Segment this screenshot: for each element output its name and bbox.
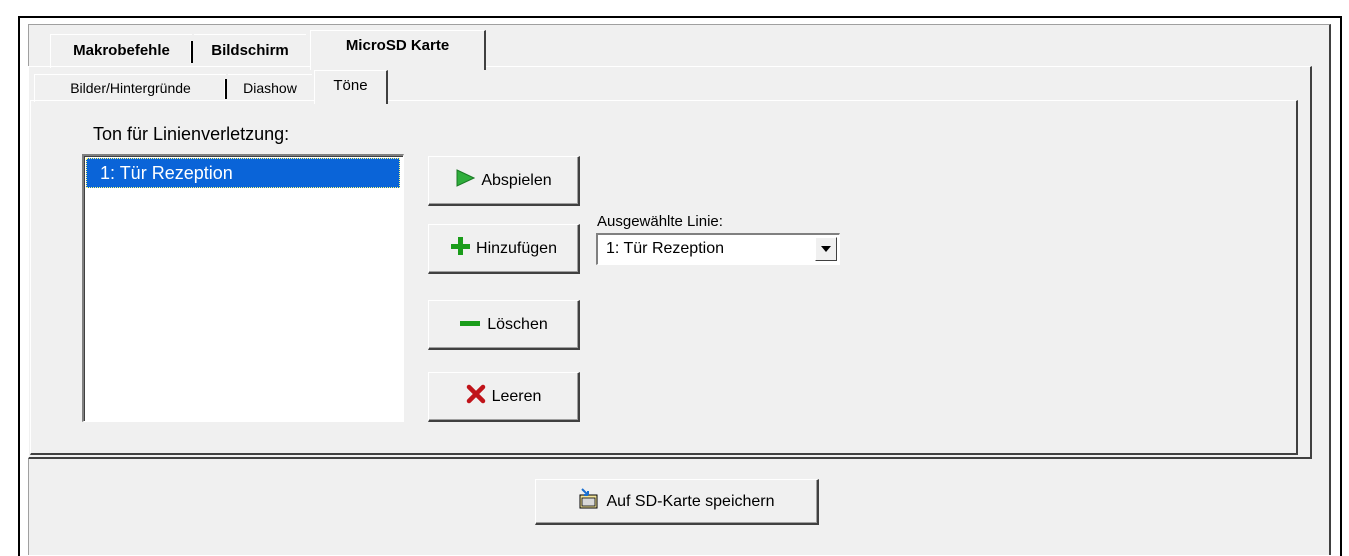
tone-listbox[interactable]: 1: Tür Rezeption: [82, 154, 404, 422]
tab-label: Makrobefehle: [73, 42, 170, 59]
chevron-down-icon[interactable]: [815, 237, 837, 261]
tab-label: Diashow: [243, 80, 297, 96]
clear-label: Leeren: [491, 387, 542, 405]
tab-bilder-hintergruende[interactable]: Bilder/Hintergründe: [34, 74, 227, 102]
dropdown-value: 1: Tür Rezeption: [606, 240, 724, 257]
tab-bildschirm[interactable]: Bildschirm: [194, 34, 306, 68]
list-item[interactable]: 1: Tür Rezeption: [86, 158, 400, 188]
sd-card-save-icon: [578, 488, 600, 515]
clear-button[interactable]: Leeren: [428, 372, 580, 422]
selected-line-label: Ausgewählte Linie:: [597, 213, 723, 230]
play-button[interactable]: Abspielen: [428, 156, 580, 206]
save-to-sd-button[interactable]: Auf SD-Karte speichern: [535, 479, 819, 525]
play-label: Abspielen: [481, 171, 552, 189]
tone-list-label: Ton für Linienverletzung:: [93, 124, 290, 144]
minus-icon: [459, 316, 481, 334]
plus-icon: [450, 236, 471, 261]
add-button[interactable]: Hinzufügen: [428, 224, 580, 274]
delete-button[interactable]: Löschen: [428, 300, 580, 350]
add-label: Hinzufügen: [476, 239, 557, 257]
tab-microsd-karte[interactable]: MicroSD Karte: [310, 30, 486, 70]
tab-label: Bilder/Hintergründe: [70, 80, 191, 96]
tab-label: MicroSD Karte: [345, 37, 450, 54]
x-icon: [466, 384, 486, 409]
delete-label: Löschen: [487, 315, 548, 333]
tab-label: Bildschirm: [211, 42, 289, 59]
save-label: Auf SD-Karte speichern: [606, 492, 775, 510]
tab-makrobefehle[interactable]: Makrobefehle: [50, 34, 193, 68]
tab-toene[interactable]: Töne: [314, 70, 388, 104]
tab-diashow[interactable]: Diashow: [228, 74, 312, 102]
selected-line-dropdown[interactable]: 1: Tür Rezeption: [596, 233, 840, 265]
tab-label: Töne: [333, 77, 368, 94]
play-icon: [455, 168, 476, 193]
